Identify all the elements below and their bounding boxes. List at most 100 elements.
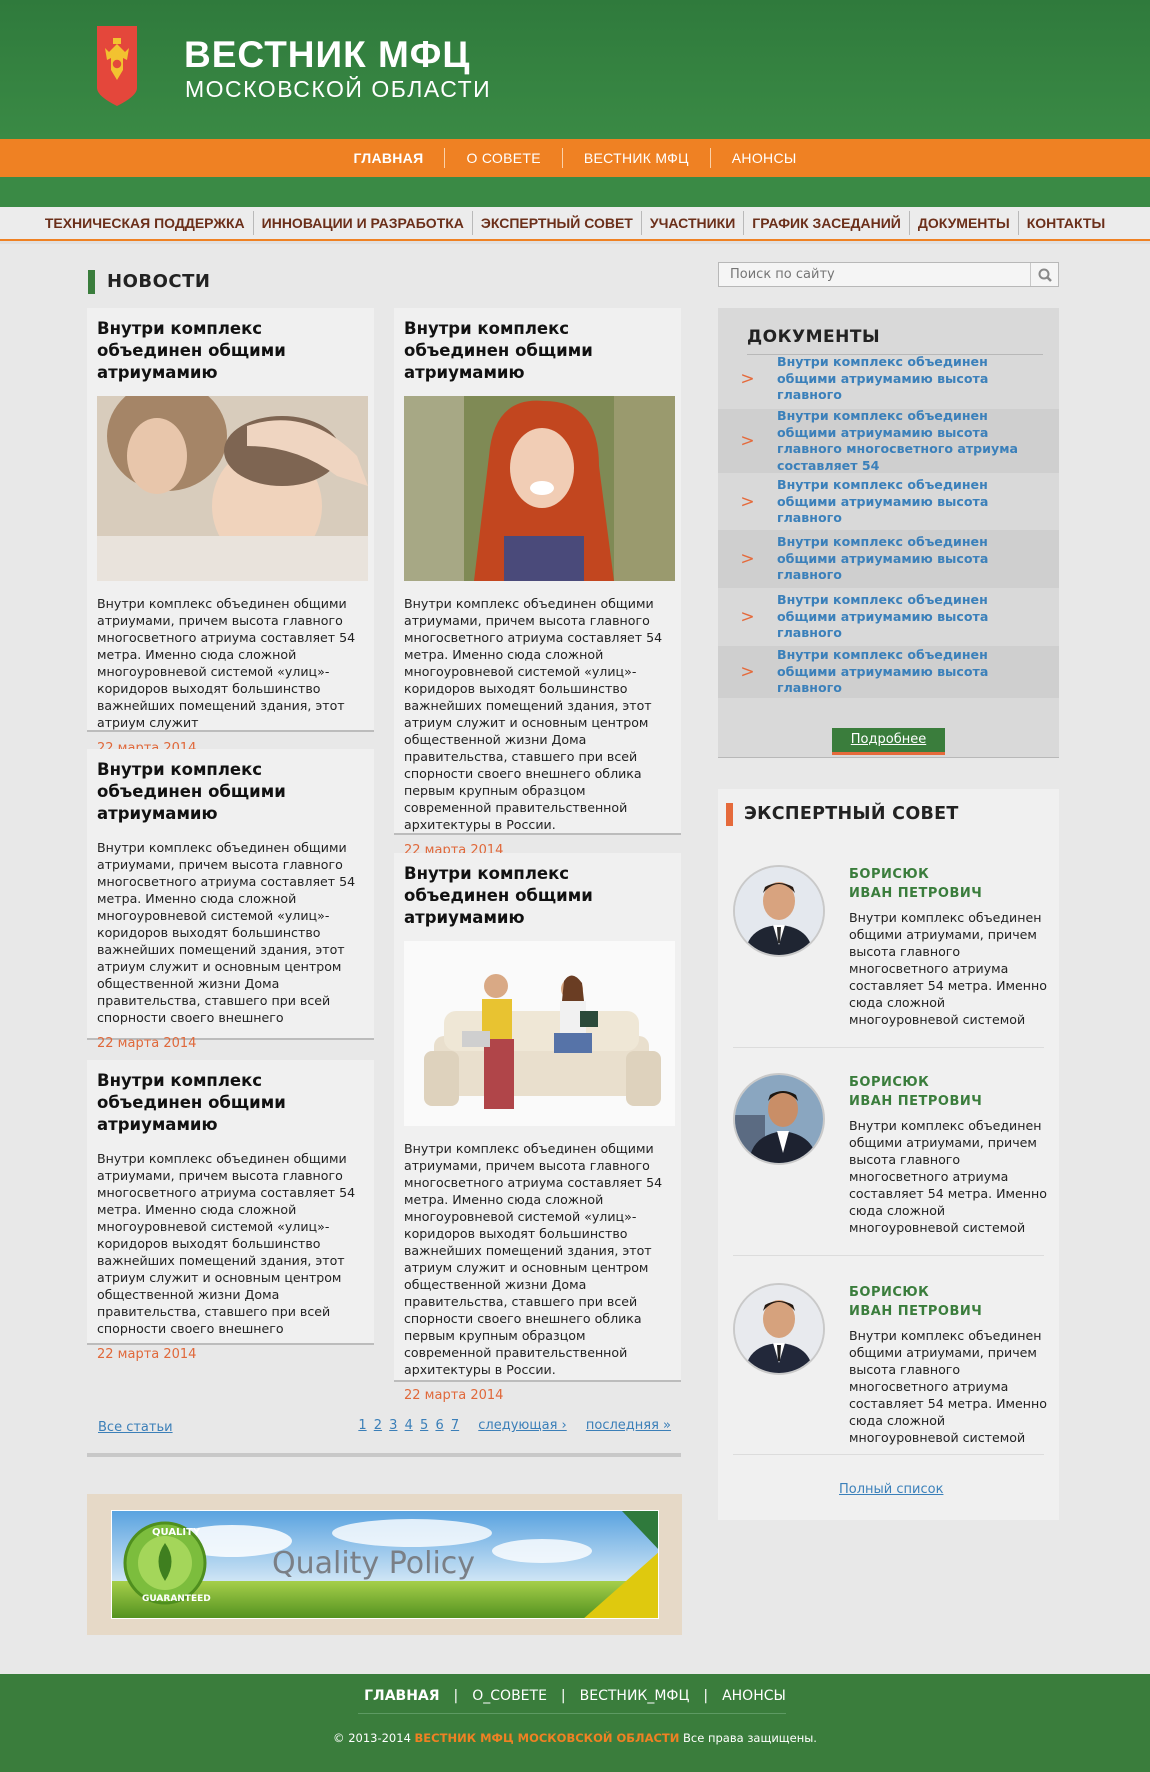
document-link[interactable]: Внутри комплекс объединен общими атриума… bbox=[777, 408, 1047, 474]
subnav-participants[interactable]: УЧАСТНИКИ bbox=[640, 211, 743, 235]
page-link[interactable]: 1 bbox=[358, 1418, 366, 1433]
document-link[interactable]: Внутри комплекс объединен общими атриума… bbox=[777, 534, 1047, 584]
header-band bbox=[0, 177, 1150, 207]
news-card: Внутри комплекс объединен общими атриума… bbox=[394, 308, 681, 858]
footer-nav-home[interactable]: ГЛАВНАЯ bbox=[350, 1688, 453, 1704]
news-card-text: Внутри комплекс объединен общими атриума… bbox=[97, 840, 356, 1025]
document-item[interactable]: > Внутри комплекс объединен общими атриу… bbox=[718, 530, 1059, 588]
subnav-innovations[interactable]: ИННОВАЦИИ И РАЗРАБОТКА bbox=[252, 211, 472, 235]
document-link[interactable]: Внутри комплекс объединен общими атриума… bbox=[777, 354, 1047, 404]
divider bbox=[733, 1047, 1044, 1048]
news-card-title[interactable]: Внутри комплекс объединен общими атриума… bbox=[97, 759, 364, 825]
chevron-right-icon: > bbox=[740, 369, 755, 389]
news-image-couple-sofa[interactable] bbox=[404, 941, 675, 1126]
news-card-title[interactable]: Внутри комплекс объединен общими атриума… bbox=[404, 318, 671, 384]
avatar[interactable] bbox=[733, 1283, 825, 1375]
expert-item: БОРИСЮК ИВАН ПЕТРОВИЧ Внутри комплекс объ… bbox=[733, 865, 1047, 1060]
page-link[interactable]: 5 bbox=[420, 1418, 428, 1433]
news-card: Внутри комплекс объединен общими атриума… bbox=[87, 749, 374, 1051]
documents-panel: ДОКУМЕНТЫ > Внутри комплекс объединен об… bbox=[718, 308, 1059, 758]
expert-bio: Внутри комплекс объединен общими атриума… bbox=[849, 1118, 1047, 1235]
news-image-red-hair-woman[interactable] bbox=[404, 396, 675, 581]
footer-nav-announcements[interactable]: АНОНСЫ bbox=[708, 1688, 800, 1704]
divider bbox=[733, 1255, 1044, 1256]
news-card-text: Внутри комплекс объединен общими атриума… bbox=[404, 596, 663, 832]
nav-about-council[interactable]: О СОВЕТЕ bbox=[444, 148, 561, 168]
footer-nav: ГЛАВНАЯ | О_СОВЕТЕ | ВЕСТНИК_МФЦ | АНОНС… bbox=[0, 1688, 1150, 1704]
site-title[interactable]: ВЕСТНИК МФЦ bbox=[184, 35, 470, 75]
expert-name[interactable]: БОРИСЮК ИВАН ПЕТРОВИЧ bbox=[849, 865, 982, 903]
footer-nav-about[interactable]: О_СОВЕТЕ bbox=[458, 1688, 561, 1704]
all-articles-link[interactable]: Все статьи bbox=[98, 1420, 173, 1435]
expert-item: БОРИСЮК ИВАН ПЕТРОВИЧ Внутри комплекс объ… bbox=[733, 1073, 1047, 1268]
avatar[interactable] bbox=[733, 1073, 825, 1165]
site-footer: ГЛАВНАЯ | О_СОВЕТЕ | ВЕСТНИК_МФЦ | АНОНС… bbox=[0, 1674, 1150, 1772]
nav-vestnik[interactable]: ВЕСТНИК МФЦ bbox=[561, 148, 710, 168]
chevron-right-icon: > bbox=[740, 607, 755, 627]
more-documents-button[interactable]: Подробнее bbox=[832, 728, 945, 755]
last-page-link[interactable]: последняя » bbox=[586, 1418, 671, 1433]
subnav-support[interactable]: ТЕХНИЧЕСКАЯ ПОДДЕРЖКА bbox=[37, 211, 253, 235]
chevron-right-icon: > bbox=[740, 492, 755, 512]
page-links: 1 2 3 4 5 6 7 следующая › последняя » bbox=[355, 1418, 671, 1433]
document-item[interactable]: > Внутри комплекс объединен общими атриу… bbox=[718, 408, 1059, 474]
page-link[interactable]: 3 bbox=[389, 1418, 397, 1433]
news-card-date: 22 марта 2014 bbox=[97, 1036, 197, 1051]
expert-name[interactable]: БОРИСЮК ИВАН ПЕТРОВИЧ bbox=[849, 1073, 982, 1111]
next-page-link[interactable]: следующая › bbox=[478, 1418, 566, 1433]
news-card: Внутри комплекс объединен общими атриума… bbox=[394, 853, 681, 1403]
nav-home[interactable]: ГЛАВНАЯ bbox=[332, 148, 444, 183]
documents-title: ДОКУМЕНТЫ bbox=[747, 319, 1043, 355]
search-button[interactable] bbox=[1030, 263, 1058, 286]
news-card-text: Внутри комплекс объединен общими атриума… bbox=[404, 1141, 663, 1377]
page-link[interactable]: 4 bbox=[405, 1418, 413, 1433]
page-link[interactable]: 6 bbox=[435, 1418, 443, 1433]
expert-bio: Внутри комплекс объединен общими атриума… bbox=[849, 1328, 1047, 1445]
search-input[interactable] bbox=[719, 263, 1029, 286]
document-item[interactable]: > Внутри комплекс объединен общими атриу… bbox=[718, 646, 1059, 698]
page-link[interactable]: 2 bbox=[374, 1418, 382, 1433]
copyright: © 2013-2014 ВЕСТНИК МФЦ МОСКОВСКОЙ ОБЛАС… bbox=[333, 1731, 817, 1745]
document-item[interactable]: > Внутри комплекс объединен общими атриу… bbox=[718, 354, 1059, 404]
banner-title: Quality Policy bbox=[272, 1546, 475, 1581]
news-card-date: 22 марта 2014 bbox=[97, 1347, 197, 1362]
site-search bbox=[718, 262, 1059, 287]
subnav-contacts[interactable]: КОНТАКТЫ bbox=[1017, 211, 1113, 235]
nav-announcements[interactable]: АНОНСЫ bbox=[709, 148, 818, 168]
secondary-nav: ТЕХНИЧЕСКАЯ ПОДДЕРЖКА ИННОВАЦИИ И РАЗРАБ… bbox=[0, 207, 1150, 241]
news-card-title[interactable]: Внутри комплекс объединен общими атриума… bbox=[97, 1070, 364, 1136]
news-heading: НОВОСТИ bbox=[88, 270, 210, 294]
page-link[interactable]: 7 bbox=[451, 1418, 459, 1433]
footer-nav-vestnik[interactable]: ВЕСТНИК_МФЦ bbox=[566, 1688, 704, 1704]
pagination: Все статьи 1 2 3 4 5 6 7 следующая › пос… bbox=[87, 1417, 681, 1457]
divider bbox=[733, 1454, 1044, 1455]
document-item[interactable]: > Внутри комплекс объединен общими атриу… bbox=[718, 475, 1059, 529]
document-link[interactable]: Внутри комплекс объединен общими атриума… bbox=[777, 477, 1047, 527]
news-card-title[interactable]: Внутри комплекс объединен общими атриума… bbox=[404, 863, 671, 929]
news-card: Внутри комплекс объединен общими атриума… bbox=[87, 1060, 374, 1362]
chevron-right-icon: > bbox=[740, 662, 755, 682]
document-link[interactable]: Внутри комплекс объединен общими атриума… bbox=[777, 647, 1047, 697]
document-item[interactable]: > Внутри комплекс объединен общими атриу… bbox=[718, 590, 1059, 644]
quality-policy-banner[interactable]: QUALITY GUARANTEED Quality Policy bbox=[111, 1510, 659, 1619]
expert-name[interactable]: БОРИСЮК ИВАН ПЕТРОВИЧ bbox=[849, 1283, 982, 1321]
subnav-schedule[interactable]: ГРАФИК ЗАСЕДАНИЙ bbox=[743, 211, 909, 235]
chevron-right-icon: > bbox=[740, 549, 755, 569]
coat-of-arms-icon bbox=[97, 26, 137, 106]
expert-item: БОРИСЮК ИВАН ПЕТРОВИЧ Внутри комплекс объ… bbox=[733, 1283, 1047, 1478]
footer-divider bbox=[358, 1713, 786, 1714]
news-card-text: Внутри комплекс объединен общими атриума… bbox=[97, 596, 356, 730]
avatar[interactable] bbox=[733, 865, 825, 957]
news-image-mother-child[interactable] bbox=[97, 396, 368, 581]
seal-bottom-text: GUARANTEED bbox=[142, 1594, 211, 1604]
expert-council-panel: ЭКСПЕРТНЫЙ СОВЕТ БОРИСЮК ИВАН ПЕТРОВИЧ Вн… bbox=[718, 789, 1059, 1520]
full-list-link[interactable]: Полный список bbox=[839, 1482, 943, 1497]
document-link[interactable]: Внутри комплекс объединен общими атриума… bbox=[777, 592, 1047, 642]
main-nav: ГЛАВНАЯ О СОВЕТЕ ВЕСТНИК МФЦ АНОНСЫ bbox=[0, 139, 1150, 183]
subnav-documents[interactable]: ДОКУМЕНТЫ bbox=[908, 211, 1018, 235]
news-card: Внутри комплекс объединен общими атриума… bbox=[87, 308, 374, 756]
subnav-expert-council[interactable]: ЭКСПЕРТНЫЙ СОВЕТ bbox=[471, 211, 641, 235]
news-card-title[interactable]: Внутри комплекс объединен общими атриума… bbox=[97, 318, 364, 384]
copyright-brand[interactable]: ВЕСТНИК МФЦ МОСКОВСКОЙ ОБЛАСТИ bbox=[415, 1731, 680, 1745]
quality-banner: QUALITY GUARANTEED Quality Policy bbox=[87, 1494, 682, 1635]
